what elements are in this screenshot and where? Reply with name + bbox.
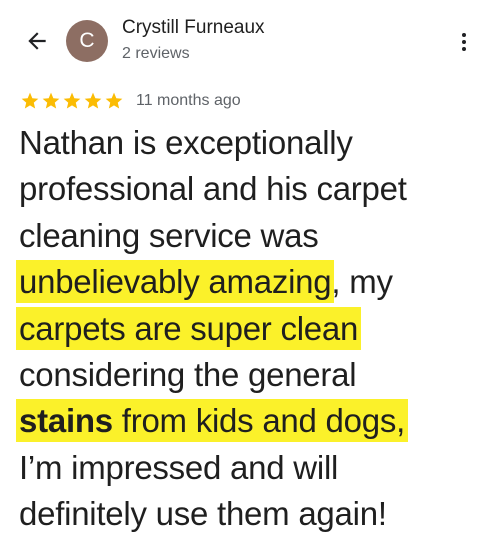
more-options-button[interactable] xyxy=(450,27,478,57)
reviewer-name[interactable]: Crystill Furneaux xyxy=(122,17,265,39)
review-line: cleaning service was xyxy=(19,216,319,254)
highlighted-phrase: stains from kids and dogs, xyxy=(16,399,409,443)
back-button[interactable] xyxy=(20,24,54,58)
review-line: I’m impressed and will xyxy=(19,448,339,486)
more-vert-icon-dot xyxy=(462,47,466,51)
more-vert-icon-dot xyxy=(462,33,466,37)
review-line: professional and his carpet xyxy=(19,170,407,208)
star-icon xyxy=(41,91,61,111)
review-line: definitely use them again! xyxy=(19,495,387,533)
bold-keyword: stains xyxy=(19,402,113,440)
highlighted-fragment: from kids and dogs, xyxy=(112,402,406,440)
star-icon xyxy=(104,91,124,111)
review-line: unbelievably amazing, my xyxy=(16,259,489,305)
star-icon xyxy=(62,91,82,111)
review-line: carpets are super clean xyxy=(16,306,489,352)
star-icon xyxy=(20,91,40,111)
arrow-left-icon xyxy=(28,32,46,50)
star-rating xyxy=(20,91,124,111)
avatar[interactable]: C xyxy=(66,20,108,62)
review-line: Nathan is exceptionally xyxy=(19,124,353,161)
review-date: 11 months ago xyxy=(136,92,241,109)
star-icon xyxy=(83,91,103,111)
review-text-fragment: , my xyxy=(331,263,393,301)
highlighted-phrase: unbelievably amazing xyxy=(16,260,335,304)
review-header: C Crystill Furneaux 2 reviews xyxy=(0,0,500,80)
rating-row: 11 months ago xyxy=(20,89,241,113)
more-vert-icon-dot xyxy=(462,40,466,44)
highlighted-phrase: carpets are super clean xyxy=(16,306,362,350)
reviewer-review-count: 2 reviews xyxy=(122,45,190,62)
review-line: considering the general xyxy=(19,355,357,393)
review-line: stains from kids and dogs, xyxy=(16,398,489,444)
review-text: Nathan is exceptionally professional and… xyxy=(16,120,489,538)
